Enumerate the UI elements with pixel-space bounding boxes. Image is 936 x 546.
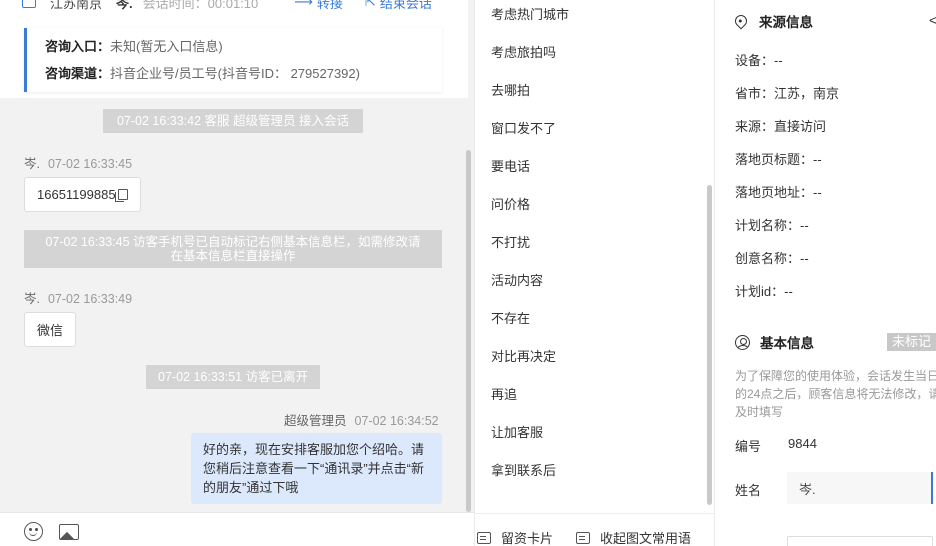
session-bar: 江苏南京 岑. 会话时间：00:01:10 ⟶ 转接 ⇱ 结束会话 bbox=[22, 0, 432, 12]
agent-message[interactable]: 好的亲，现在安排客服加您个绍哈。请您稍后注意查看一下“通讯录”并点击“新的朋友”… bbox=[191, 433, 442, 504]
card-icon bbox=[477, 531, 491, 544]
quick-reply-item[interactable]: 对比再决定 bbox=[491, 348, 556, 366]
id-label: 编号 bbox=[735, 439, 762, 454]
source-card: 咨询入口：未知(暂无入口信息) 咨询渠道：抖音企业号/员工号(抖音号ID： 27… bbox=[24, 28, 442, 92]
chat-scrollbar[interactable] bbox=[466, 150, 471, 512]
location-icon bbox=[732, 12, 750, 30]
end-session-button[interactable]: ⇱ 结束会话 bbox=[365, 0, 432, 12]
entry-label: 咨询入口： bbox=[45, 39, 111, 54]
message-time: 07-02 16:33:45 bbox=[47, 157, 133, 171]
message-meta: 超级管理员 07-02 16:34:52 bbox=[284, 410, 439, 429]
transfer-button[interactable]: ⟶ 转接 bbox=[294, 0, 343, 12]
id-value: 9844 bbox=[788, 436, 817, 451]
name-label: 姓名 bbox=[735, 483, 762, 498]
name-field[interactable] bbox=[787, 472, 933, 504]
collapse-phrases-button[interactable]: 收起图文常用语 bbox=[576, 528, 691, 546]
visitor-message[interactable]: 16651199885 bbox=[24, 177, 141, 212]
lead-card-button[interactable]: 留资卡片 bbox=[477, 528, 553, 546]
source-info-header: 来源信息 bbox=[732, 11, 813, 31]
quick-reply-item[interactable]: 不打扰 bbox=[491, 234, 530, 252]
channel-row: 咨询渠道：抖音企业号/员工号(抖音号ID： 279527392) bbox=[45, 63, 360, 82]
channel-label: 咨询渠道： bbox=[45, 66, 111, 81]
quick-reply-item[interactable]: 去哪拍 bbox=[491, 82, 530, 100]
source-info-row: 计划id：-- bbox=[735, 284, 793, 299]
quick-reply-scrollbar[interactable] bbox=[707, 185, 712, 505]
visitor-name: 岑. bbox=[116, 0, 133, 11]
quick-reply-item[interactable]: 考虑热门城市 bbox=[491, 6, 569, 24]
system-message: 07-02 16:33:42 客服 超级管理员 接入会话 bbox=[103, 109, 363, 133]
message-text: 微信 bbox=[37, 323, 64, 338]
emoji-icon[interactable] bbox=[24, 522, 43, 541]
edit-notice: 为了保障您的使用体验，会话发生当日的24点之后，顾客信息将无法修改，请及时填写 bbox=[735, 369, 936, 419]
next-field[interactable] bbox=[787, 536, 933, 546]
lead-card-label: 留资卡片 bbox=[501, 531, 554, 546]
tag-select[interactable]: 未标记 bbox=[887, 333, 936, 351]
source-info-row: 落地页地址：-- bbox=[735, 185, 822, 200]
quick-reply-item[interactable]: 考虑旅拍吗 bbox=[491, 44, 556, 62]
chat-panel: 江苏南京 岑. 会话时间：00:01:10 ⟶ 转接 ⇱ 结束会话 咨询入口：未… bbox=[0, 0, 474, 546]
entry-row: 咨询入口：未知(暂无入口信息) bbox=[45, 36, 223, 55]
chevron-left-icon[interactable]: < bbox=[929, 12, 936, 28]
message-time: 07-02 16:33:49 bbox=[47, 292, 133, 306]
transfer-label: 转接 bbox=[316, 0, 343, 11]
quick-reply-item[interactable]: 不存在 bbox=[491, 310, 530, 328]
source-info-row: 省市：江苏，南京 bbox=[735, 86, 840, 101]
sender-name: 岑. bbox=[24, 157, 40, 171]
quick-reply-footer: 留资卡片 收起图文常用语 bbox=[475, 513, 715, 546]
user-icon bbox=[735, 334, 750, 350]
quick-reply-item[interactable]: 再追 bbox=[491, 386, 517, 404]
card-icon bbox=[576, 531, 590, 544]
quick-reply-item[interactable]: 活动内容 bbox=[491, 272, 543, 290]
quick-reply-item[interactable]: 问价格 bbox=[491, 196, 530, 214]
session-location: 江苏南京 bbox=[50, 0, 103, 11]
message-meta: 岑. 07-02 16:33:49 bbox=[24, 288, 132, 307]
arrow-right-icon: ⟶ bbox=[294, 0, 313, 9]
source-info-row: 落地页标题：-- bbox=[735, 152, 822, 167]
session-time: 会话时间：00:01:10 bbox=[142, 0, 259, 11]
message-text: 16651199885 bbox=[37, 187, 116, 202]
system-message: 07-02 16:33:51 访客已离开 bbox=[146, 365, 320, 389]
quick-reply-item[interactable]: 拿到联系后 bbox=[491, 462, 556, 480]
end-session-label: 结束会话 bbox=[379, 0, 432, 11]
basic-info-header: 基本信息 bbox=[735, 332, 814, 352]
source-info-row: 设备：-- bbox=[735, 53, 783, 68]
system-message: 07-02 16:33:45 访客手机号已自动标记右侧基本信息栏，如需修改请 在… bbox=[24, 230, 442, 268]
collapse-phrases-label: 收起图文常用语 bbox=[600, 531, 692, 546]
location-pin-icon bbox=[22, 0, 36, 8]
message-time: 07-02 16:34:52 bbox=[354, 414, 439, 428]
basic-info-title: 基本信息 bbox=[760, 336, 814, 351]
source-info-row: 计划名称：-- bbox=[735, 218, 809, 233]
sender-name: 岑. bbox=[24, 292, 40, 306]
source-info-title: 来源信息 bbox=[759, 15, 813, 30]
exit-icon: ⇱ bbox=[364, 0, 376, 9]
visitor-message[interactable]: 微信 bbox=[24, 312, 77, 347]
quick-reply-item[interactable]: 让加客服 bbox=[491, 424, 543, 442]
visitor-info-panel: 来源信息 < 设备：-- 省市：江苏，南京 来源：直接访问 落地页标题：-- 落… bbox=[714, 0, 936, 546]
sender-name: 超级管理员 bbox=[284, 414, 347, 428]
source-info-row: 来源：直接访问 bbox=[735, 119, 827, 134]
system-message-line: 07-02 16:33:45 访客手机号已自动标记右侧基本信息栏，如需修改请 bbox=[45, 235, 421, 249]
source-info-row: 创意名称：-- bbox=[735, 251, 809, 266]
image-icon[interactable] bbox=[59, 524, 79, 540]
message-meta: 岑. 07-02 16:33:45 bbox=[24, 153, 132, 172]
system-message-line: 在基本信息栏直接操作 bbox=[170, 249, 296, 263]
copy-icon[interactable] bbox=[114, 189, 128, 202]
entry-value: 未知(暂无入口信息) bbox=[110, 39, 223, 54]
channel-value: 抖音企业号/员工号(抖音号ID： 279527392) bbox=[110, 66, 360, 81]
quick-reply-item[interactable]: 要电话 bbox=[491, 158, 530, 176]
chat-toolbar bbox=[0, 512, 474, 546]
quick-reply-item[interactable]: 窗口发不了 bbox=[491, 120, 556, 138]
quick-reply-panel: 考虑热门城市 考虑旅拍吗 去哪拍 窗口发不了 要电话 问价格 不打扰 活动内容 … bbox=[474, 0, 715, 546]
